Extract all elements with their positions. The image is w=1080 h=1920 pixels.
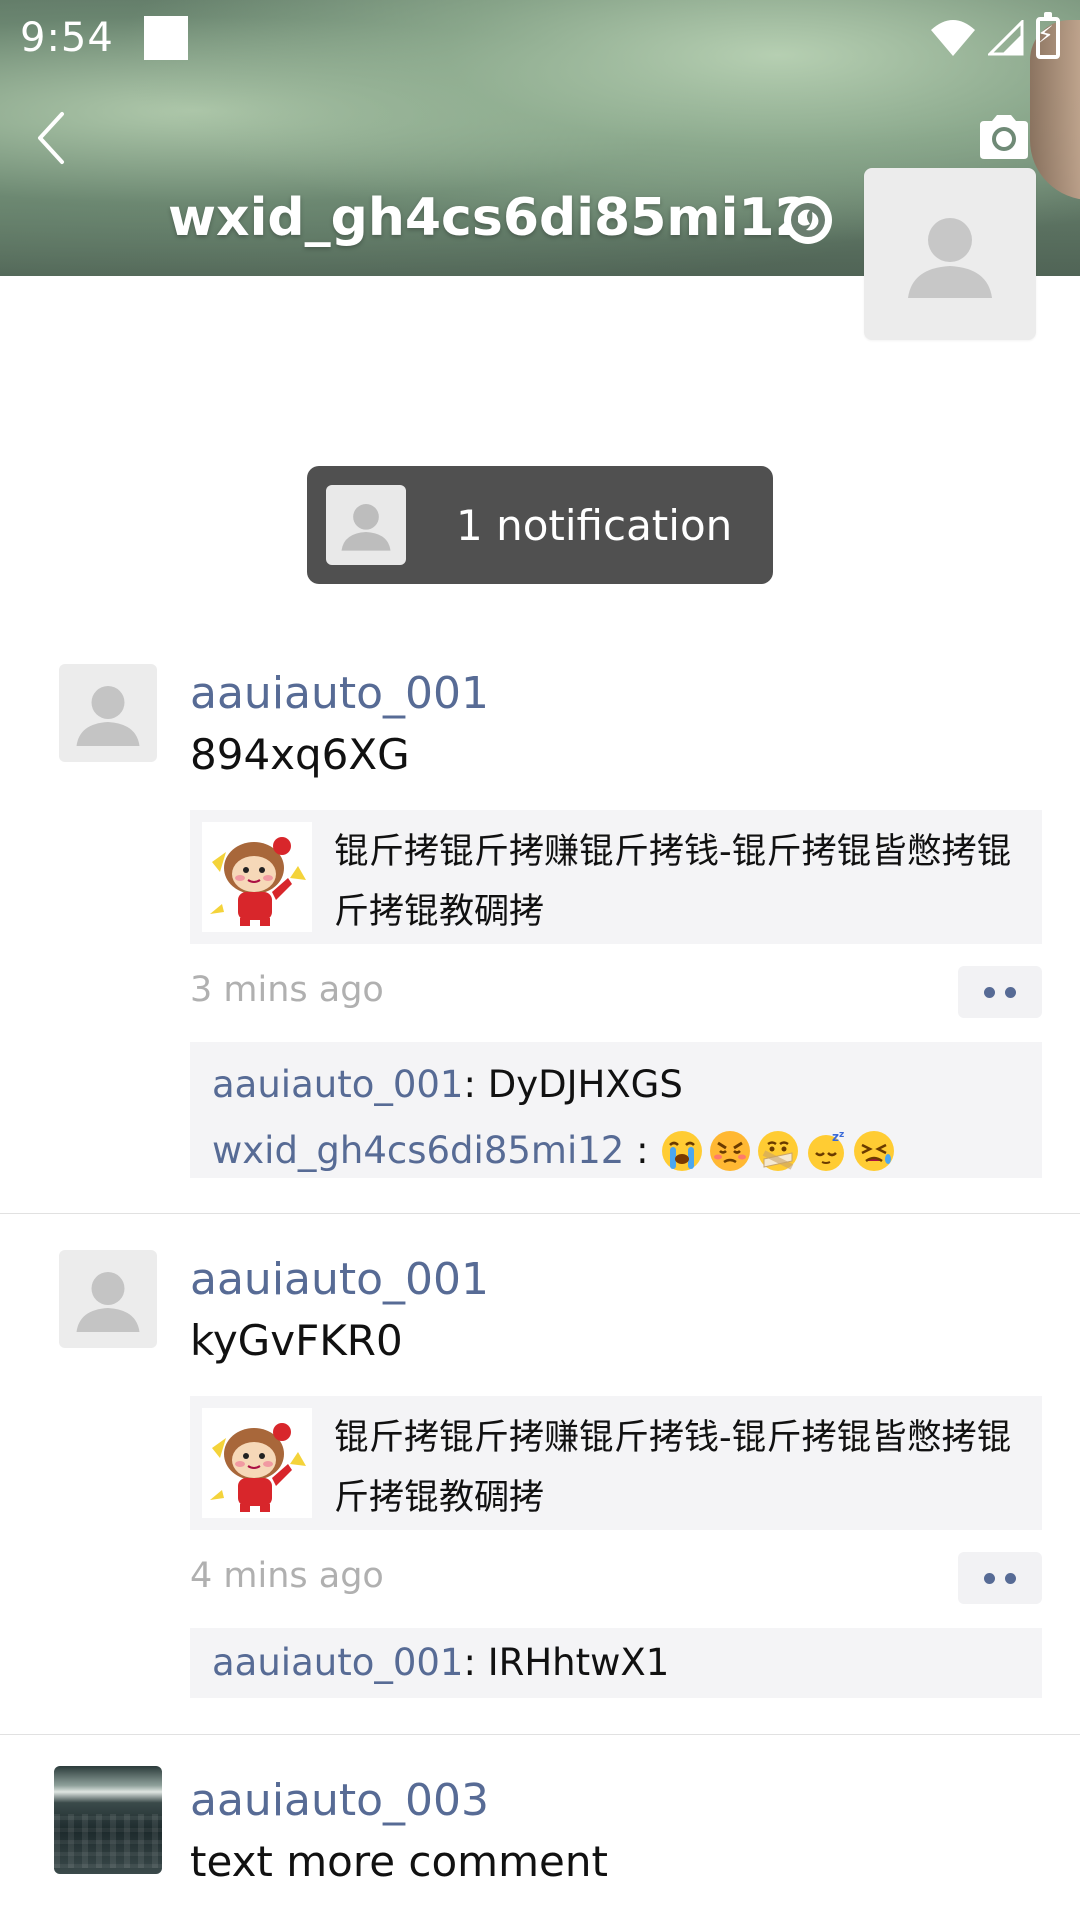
sleepy-emoji: z z (808, 1130, 845, 1171)
more-dot-icon (984, 1572, 995, 1584)
more-dot-icon (1005, 1572, 1016, 1584)
status-time: 9:54 (20, 15, 114, 61)
post-username[interactable]: aauiauto_001 (190, 668, 489, 719)
shared-link-thumbnail (202, 822, 312, 932)
comment-author[interactable]: wxid_gh4cs6di85mi12 (212, 1129, 624, 1172)
comments-box: aauiauto_001: IRHhtwX1 (190, 1628, 1042, 1698)
post-avatar[interactable] (54, 1766, 162, 1874)
notification-banner[interactable]: 1 notification (307, 466, 773, 584)
battery-icon (1036, 12, 1060, 59)
status-bar: 9:54 (0, 0, 1080, 76)
comment-separator: : (463, 1641, 488, 1684)
frustrated-emoji (854, 1131, 895, 1171)
svg-text:z: z (832, 1130, 839, 1144)
default-avatar-icon (76, 686, 140, 746)
shared-link-thumbnail (202, 1408, 312, 1518)
crying-emoji (662, 1131, 703, 1171)
comment-text: DyDJHXGS (487, 1063, 683, 1106)
moment-post: aauiauto_001 kyGvFKR0 锟斤拷锟斤拷赚锟斤拷钱-锟斤拷锟皆憋… (0, 1214, 1080, 1735)
post-avatar[interactable] (59, 1250, 157, 1348)
comment-separator: : (624, 1129, 661, 1172)
comments-box: aauiauto_001: DyDJHXGS wxid_gh4cs6di85mi… (190, 1042, 1042, 1178)
more-options-button[interactable] (958, 1552, 1042, 1604)
default-avatar-icon (76, 1272, 140, 1332)
comment-author[interactable]: aauiauto_001 (212, 1641, 463, 1684)
comment[interactable]: aauiauto_001: DyDJHXGS (212, 1052, 1020, 1118)
comment-separator: : (463, 1063, 488, 1106)
monkey-sticker-icon (210, 1423, 306, 1512)
default-avatar-icon (341, 504, 391, 551)
status-icons (930, 12, 1060, 59)
post-time: 4 mins ago (190, 1556, 384, 1596)
camera-icon[interactable] (976, 113, 1032, 161)
post-text: text more comment (190, 1837, 608, 1886)
shared-link-card[interactable]: 锟斤拷锟斤拷赚锟斤拷钱-锟斤拷锟皆憋拷锟斤拷锟教碉拷 (190, 810, 1042, 944)
default-avatar-icon (908, 218, 992, 298)
shared-link-title: 锟斤拷锟斤拷赚锟斤拷钱-锟斤拷锟皆憋拷锟斤拷锟教碉拷 (334, 832, 1012, 932)
comment-author[interactable]: aauiauto_001 (212, 1063, 463, 1106)
notification-avatar (326, 485, 406, 565)
profile-avatar[interactable] (864, 168, 1036, 340)
shush-emoji (758, 1131, 799, 1171)
cell-signal-icon (988, 20, 1024, 56)
shared-link-card[interactable]: 锟斤拷锟斤拷赚锟斤拷钱-锟斤拷锟皆憋拷锟斤拷锟教碉拷 (190, 1396, 1042, 1530)
monkey-sticker-icon (210, 837, 306, 926)
shared-link-title: 锟斤拷锟斤拷赚锟斤拷钱-锟斤拷锟皆憋拷锟斤拷锟教碉拷 (334, 1418, 1012, 1518)
angry-emoji (710, 1131, 751, 1171)
notification-square-icon (143, 16, 188, 60)
comment-text: IRHhtwX1 (487, 1641, 670, 1684)
post-username[interactable]: aauiauto_001 (190, 1254, 489, 1305)
post-time: 3 mins ago (190, 970, 384, 1010)
post-text: 894xq6XG (190, 730, 410, 779)
profile-name: wxid_gh4cs6di85mi12 (168, 188, 811, 248)
comment[interactable]: aauiauto_001: IRHhtwX1 (212, 1630, 1020, 1696)
moment-post: aauiauto_001 894xq6XG 锟斤拷锟斤拷赚锟斤拷钱-锟斤拷锟皆憋… (0, 640, 1080, 1214)
profile-badge-icon[interactable] (782, 194, 834, 246)
more-dot-icon (1005, 986, 1016, 998)
post-avatar[interactable] (59, 664, 157, 762)
post-username[interactable]: aauiauto_003 (190, 1775, 489, 1826)
post-text: kyGvFKR0 (190, 1316, 403, 1365)
comment[interactable]: wxid_gh4cs6di85mi12 : z z (212, 1118, 1020, 1184)
more-dot-icon (984, 986, 995, 998)
back-arrow-icon[interactable] (32, 108, 76, 168)
moment-post: aauiauto_003 text more comment (0, 1735, 1080, 1920)
svg-text:z: z (839, 1130, 844, 1140)
more-options-button[interactable] (958, 966, 1042, 1018)
avatar-photo-keyboard (54, 1814, 162, 1868)
notification-label: 1 notification (456, 500, 733, 550)
wifi-icon (931, 20, 975, 56)
